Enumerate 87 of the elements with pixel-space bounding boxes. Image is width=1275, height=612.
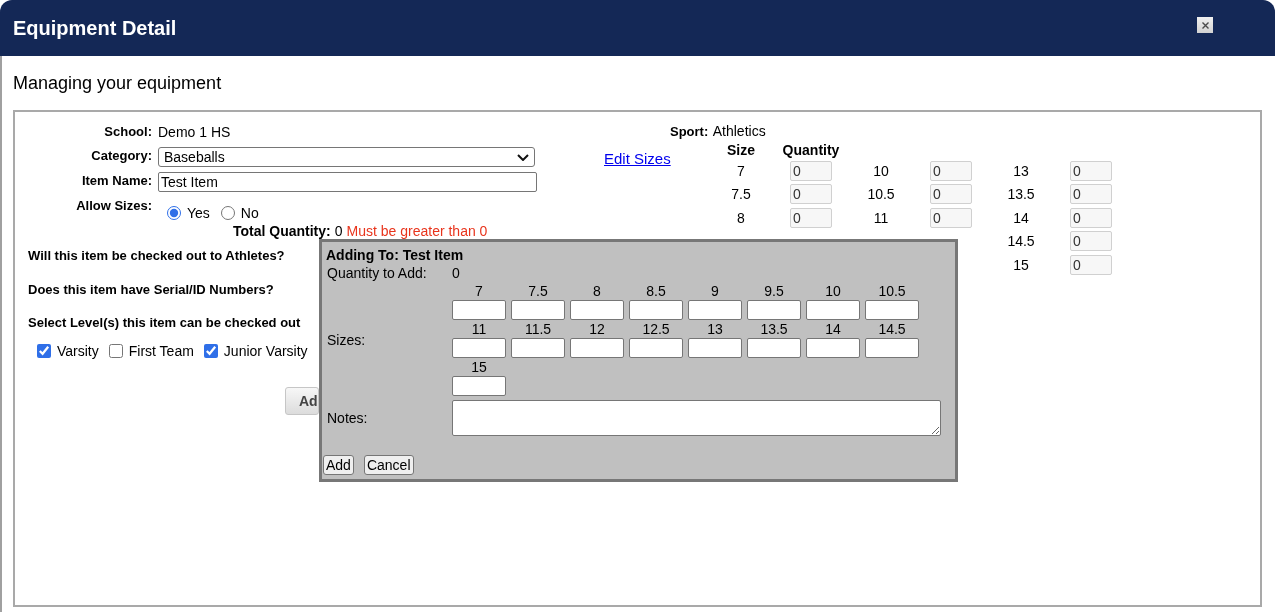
sport-label: Sport: (670, 124, 709, 139)
size-label: 11 (873, 209, 889, 226)
radio-button[interactable] (167, 206, 181, 220)
window-title: Equipment Detail (13, 16, 177, 40)
size-quantity-field[interactable] (452, 300, 506, 320)
size-quantity-field[interactable] (747, 300, 801, 320)
level-label: First Team (128, 343, 194, 359)
size-quantity-field[interactable] (570, 300, 624, 320)
size-quantity-field[interactable] (747, 338, 801, 358)
field-label: School: (104, 124, 152, 139)
size-label: 7 (475, 284, 483, 299)
field-value: Demo 1 HS (158, 124, 231, 140)
level-label: Varsity (57, 343, 99, 359)
size-quantity-field[interactable] (629, 338, 683, 358)
edit-sizes-link[interactable]: Edit Sizes (604, 150, 671, 167)
column-header: Quantity (782, 142, 840, 158)
level-label: Junior Varsity (223, 343, 308, 359)
size-label: 10 (873, 162, 889, 179)
size-label: 10.5 (878, 284, 906, 299)
size-label: 9 (711, 284, 719, 299)
size-label: 13.5 (1007, 186, 1035, 203)
radio-label: No (240, 205, 259, 221)
size-quantity-field[interactable] (452, 338, 506, 358)
size-label: 13 (707, 322, 723, 337)
question-text: Will this item be checked out to Athletes? (28, 248, 285, 263)
size-quantity-field[interactable] (511, 338, 565, 358)
size-label: 14 (1013, 209, 1029, 226)
level-checkbox[interactable] (37, 344, 51, 358)
size-label: 11 (471, 322, 487, 337)
size-label: 12.5 (642, 322, 670, 337)
dialog-title: Adding To: Test Item (326, 247, 464, 263)
field-label: Category: (91, 148, 152, 163)
page-heading: Managing your equipment (13, 73, 222, 93)
level-checkbox[interactable] (108, 344, 123, 358)
radio-button[interactable] (220, 206, 235, 220)
chevron-down-icon (517, 153, 529, 161)
sizes-label: Sizes: (327, 332, 366, 348)
size-quantity-field[interactable] (806, 300, 860, 320)
size-label: 14.5 (878, 322, 906, 337)
close-icon (1201, 21, 1209, 29)
size-label: 15 (1013, 256, 1029, 273)
category-dropdown[interactable]: Baseballs (158, 147, 535, 167)
size-quantity-field[interactable] (806, 338, 860, 358)
column-header: Size (727, 142, 755, 158)
quantity-to-add-value: 0 (452, 266, 460, 281)
field-label: Item Name: (81, 173, 152, 188)
size-label: 13 (1013, 162, 1029, 179)
submit-button[interactable]: Ad (285, 387, 319, 415)
size-label: 8.5 (646, 284, 666, 299)
notes-label: Notes: (327, 410, 368, 426)
dialog-button[interactable]: Add (323, 455, 354, 475)
sport-value: Athletics (712, 123, 766, 139)
size-quantity-field[interactable] (865, 300, 919, 320)
size-quantity-field[interactable] (688, 300, 742, 320)
total-quantity-value: 0 (334, 224, 343, 238)
notes-field[interactable] (452, 400, 941, 436)
dialog-button[interactable]: Cancel (363, 455, 414, 475)
size-label: 7.5 (731, 186, 751, 203)
levels-prompt: Select Level(s) this item can be checked out (28, 315, 301, 330)
size-label: 14.5 (1007, 233, 1035, 250)
size-quantity-field[interactable] (865, 338, 919, 358)
size-label: 10.5 (867, 186, 895, 203)
field-label: Allow Sizes: (76, 198, 152, 213)
total-quantity-label: Total Quantity: (233, 224, 331, 238)
item-name-field[interactable]: Test Item (158, 172, 537, 192)
size-label: 10 (825, 284, 841, 299)
question-text: Does this item have Serial/ID Numbers? (28, 282, 274, 297)
close-button[interactable] (1197, 17, 1213, 33)
radio-label: Yes (187, 205, 210, 221)
size-quantity-field[interactable] (629, 300, 683, 320)
size-label: 7.5 (528, 284, 548, 299)
size-quantity-field[interactable] (452, 376, 506, 396)
size-quantity-field[interactable] (570, 338, 624, 358)
size-label: 12 (589, 322, 605, 337)
quantity-to-add-label: Quantity to Add: (327, 266, 427, 281)
size-quantity-field[interactable] (688, 338, 742, 358)
size-label: 7 (737, 162, 745, 179)
size-label: 11.5 (524, 322, 552, 337)
size-label: 8 (737, 209, 745, 226)
error-message: Must be greater than 0 (346, 224, 488, 238)
level-checkbox[interactable] (203, 344, 218, 358)
size-label: 15 (471, 360, 487, 375)
size-quantity-field[interactable] (511, 300, 565, 320)
size-label: 8 (593, 284, 601, 299)
size-label: 13.5 (760, 322, 788, 337)
size-label: 14 (825, 322, 841, 337)
size-label: 9.5 (764, 284, 784, 299)
